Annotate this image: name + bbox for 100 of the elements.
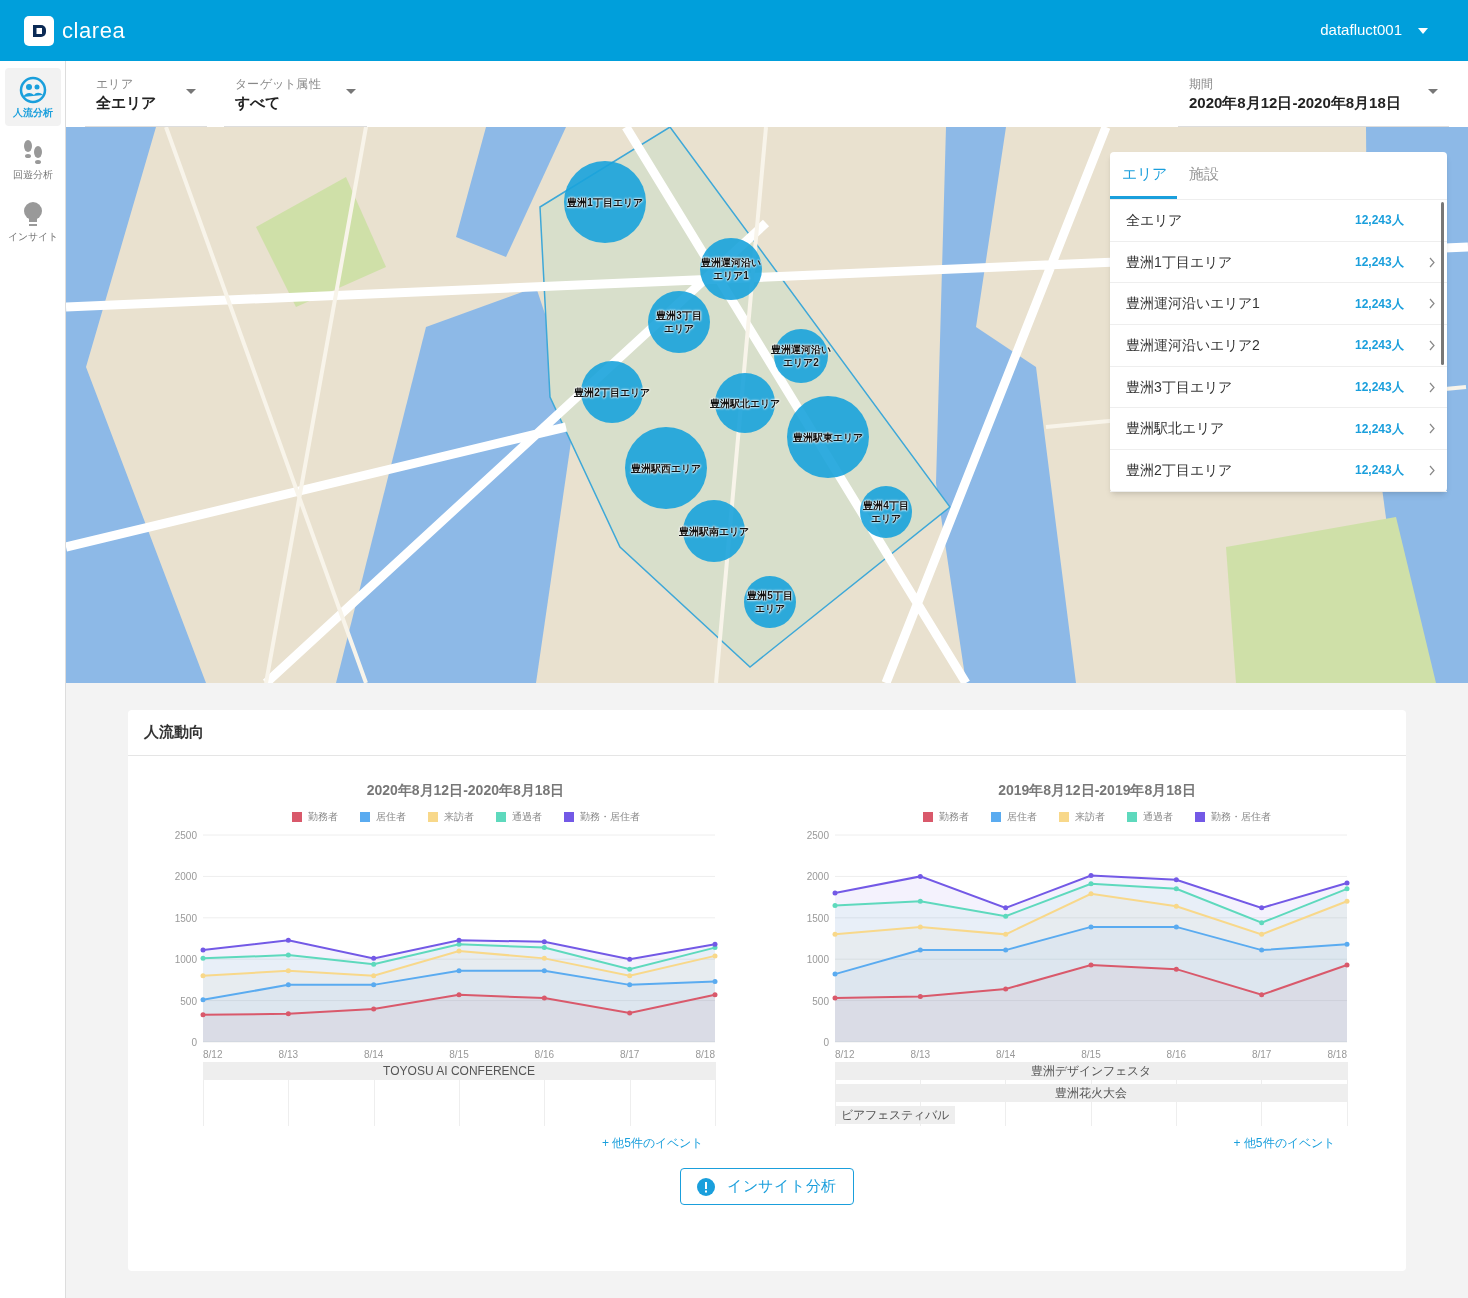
- area-row[interactable]: 豊洲駅北エリア 12,243人: [1110, 408, 1447, 451]
- user-menu[interactable]: datafluct001: [1320, 19, 1428, 42]
- event-bar[interactable]: ビアフェスティバル: [834, 1106, 955, 1124]
- panel-tab[interactable]: エリア: [1110, 152, 1177, 199]
- area-count: 12,243人: [1355, 462, 1405, 480]
- sidebar-item[interactable]: インサイト: [4, 192, 61, 250]
- event-bar[interactable]: TOYOSU AI CONFERENCE: [203, 1062, 715, 1080]
- data-point: [1088, 881, 1093, 887]
- event-bar[interactable]: 豊洲デザインフェスタ: [834, 1062, 1347, 1080]
- area-row[interactable]: 豊洲3丁目エリア 12,243人: [1110, 366, 1447, 409]
- axis-label: 500: [811, 995, 829, 1007]
- data-point: [917, 898, 923, 904]
- area-row[interactable]: 豊洲2丁目エリア 12,243人: [1110, 450, 1447, 492]
- legend-item[interactable]: 勤務者: [291, 809, 338, 824]
- legend-item[interactable]: 居住者: [359, 809, 406, 824]
- axis-label: 8/16: [534, 1049, 555, 1060]
- area-name: 全エリア: [1126, 210, 1183, 230]
- chevron-right-icon: [1429, 298, 1435, 310]
- axis-label: 8/13: [910, 1049, 930, 1060]
- data-point: [627, 956, 633, 962]
- caret-icon: [186, 89, 196, 94]
- data-point: [285, 1011, 291, 1017]
- data-point: [371, 982, 377, 988]
- sidebar-item[interactable]: 回遊分析: [4, 130, 61, 188]
- logo-text: clarea: [62, 17, 126, 45]
- data-point: [456, 992, 462, 998]
- data-point: [200, 955, 206, 961]
- legend-item[interactable]: 来訪者: [427, 809, 474, 824]
- data-point: [1002, 913, 1008, 919]
- data-point: [832, 890, 837, 896]
- data-point: [1173, 877, 1179, 883]
- axis-label: 2500: [806, 830, 829, 841]
- data-point: [200, 997, 206, 1003]
- data-point: [285, 952, 291, 958]
- data-point: [285, 982, 291, 988]
- data-point: [917, 947, 923, 953]
- axis-label: 1500: [806, 912, 829, 924]
- chart-title: 2019年8月12日-2019年8月18日: [997, 781, 1197, 800]
- more-events-link[interactable]: + 他5件のイベント: [602, 1134, 703, 1152]
- legend-item[interactable]: 勤務・居住者: [563, 809, 640, 824]
- axis-label: 8/17: [619, 1049, 640, 1060]
- legend-item[interactable]: 来訪者: [1059, 809, 1105, 824]
- axis-label: 1000: [174, 954, 197, 966]
- data-point: [1002, 931, 1008, 937]
- legend-item[interactable]: 通過者: [495, 809, 542, 824]
- people-icon: [18, 76, 47, 104]
- area-count: 12,243人: [1355, 420, 1405, 438]
- data-point: [627, 982, 633, 988]
- area-label: 豊洲運河沿いエリア1: [700, 256, 762, 282]
- caret-icon: [1428, 89, 1438, 94]
- data-point: [371, 973, 377, 979]
- area-count: 12,243人: [1355, 379, 1405, 397]
- panel-tab[interactable]: 施設: [1177, 152, 1231, 199]
- data-point: [1088, 873, 1093, 879]
- caret-icon: [1418, 27, 1428, 34]
- more-events-link[interactable]: + 他5件のイベント: [1233, 1134, 1335, 1152]
- area-label: 豊洲3丁目エリア: [655, 309, 703, 335]
- data-point: [832, 902, 837, 908]
- axis-label: 0: [191, 1037, 197, 1048]
- caret-icon: [346, 89, 356, 94]
- scrollbar[interactable]: [1441, 202, 1444, 365]
- card-title: 人流動向: [144, 722, 204, 743]
- insight-button[interactable]: インサイト分析: [679, 1168, 855, 1205]
- data-point: [712, 979, 718, 985]
- data-point: [1344, 898, 1349, 904]
- alert-icon: [696, 1177, 715, 1196]
- data-point: [1088, 962, 1093, 968]
- data-point: [541, 955, 547, 961]
- chevron-right-icon: [1429, 381, 1435, 393]
- data-point: [917, 993, 923, 999]
- legend-item[interactable]: 通過者: [1127, 809, 1173, 824]
- logo-icon: [24, 15, 54, 46]
- data-point: [1258, 931, 1264, 937]
- axis-label: 8/13: [278, 1049, 299, 1060]
- data-point: [1258, 947, 1264, 953]
- area-count: 12,243人: [1355, 254, 1405, 272]
- chevron-right-icon: [1429, 339, 1435, 351]
- sidebar-item[interactable]: 人流分析: [4, 68, 61, 126]
- data-point: [917, 924, 923, 930]
- axis-label: 8/15: [1080, 1049, 1101, 1060]
- data-point: [456, 968, 462, 974]
- event-bar[interactable]: 豊洲花火大会: [834, 1084, 1347, 1102]
- data-point: [200, 973, 206, 979]
- area-label: 豊洲4丁目エリア: [862, 499, 910, 525]
- axis-label: 8/14: [363, 1049, 384, 1060]
- area-label: 豊洲1丁目エリア: [567, 195, 643, 209]
- data-point: [1344, 962, 1349, 968]
- data-point: [1002, 986, 1008, 992]
- data-point: [1258, 992, 1264, 998]
- legend-item[interactable]: 勤務・居住者: [1195, 809, 1271, 824]
- data-point: [541, 968, 547, 974]
- axis-label: 1500: [174, 912, 197, 924]
- area-count: 12,243人: [1355, 337, 1405, 355]
- area-name: 豊洲運河沿いエリア2: [1126, 335, 1261, 355]
- axis-label: 8/12: [834, 1049, 854, 1060]
- axis-label: 2500: [174, 830, 197, 841]
- data-point: [371, 1006, 377, 1012]
- legend-item[interactable]: 勤務者: [923, 809, 969, 824]
- legend-item[interactable]: 居住者: [991, 809, 1037, 824]
- data-point: [285, 937, 291, 943]
